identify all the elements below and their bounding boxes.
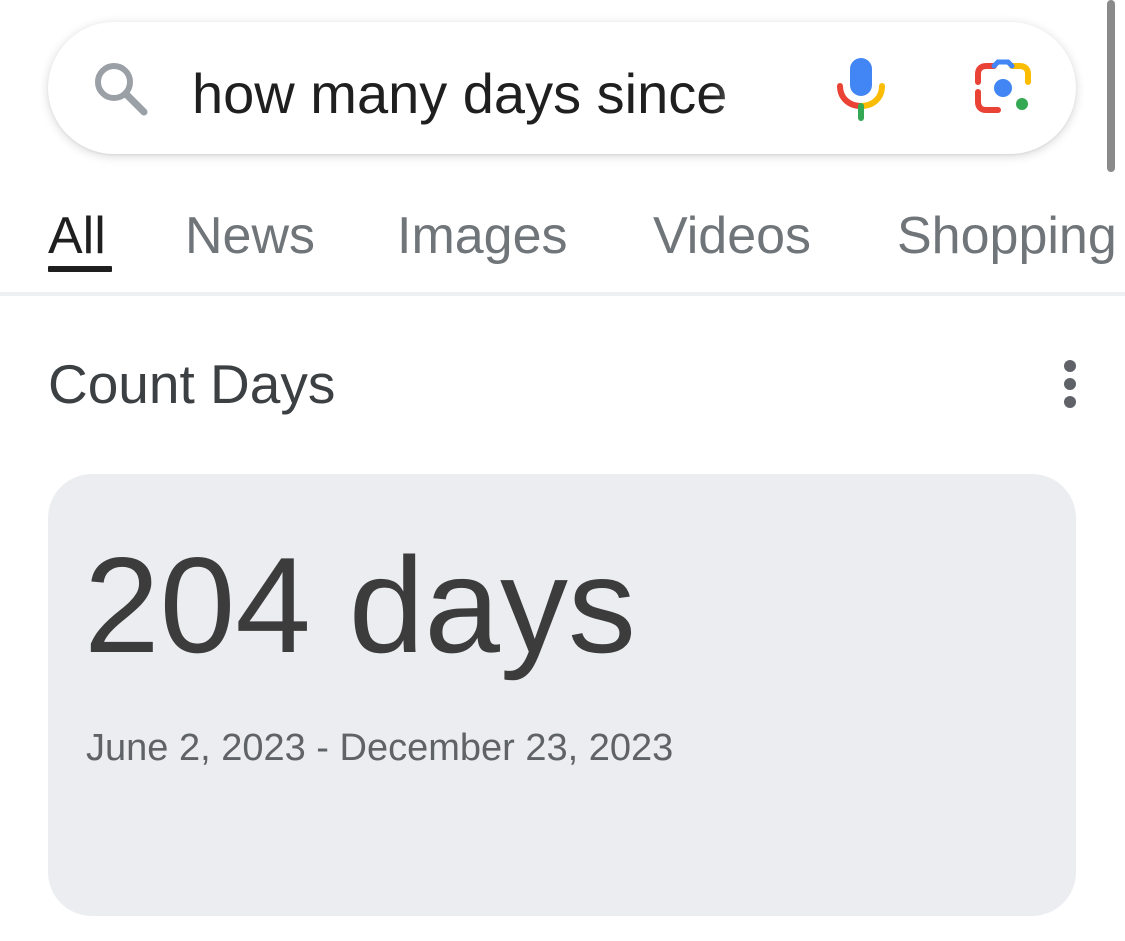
search-input[interactable]: how many days since: [192, 58, 792, 130]
search-icon[interactable]: [90, 58, 150, 118]
result-title: Count Days: [48, 353, 336, 415]
tab-all[interactable]: All: [48, 206, 106, 266]
scrollbar[interactable]: [1107, 0, 1115, 172]
tab-shopping[interactable]: Shopping: [897, 206, 1117, 266]
lens-icon[interactable]: [972, 58, 1036, 118]
tab-images[interactable]: Images: [397, 206, 568, 266]
active-tab-indicator: [48, 266, 112, 272]
search-query-text: how many days since: [192, 62, 728, 125]
tab-news[interactable]: News: [185, 206, 315, 266]
more-vert-icon[interactable]: [1050, 356, 1090, 412]
days-count-value: 204 days: [84, 529, 636, 681]
tab-videos[interactable]: Videos: [653, 206, 811, 266]
date-range: June 2, 2023 - December 23, 2023: [86, 727, 674, 769]
mic-icon[interactable]: [834, 56, 888, 122]
tabs-divider: [0, 292, 1125, 296]
search-results-page: how many days since All News Images Vide…: [0, 0, 1125, 941]
search-query-fade: [712, 58, 792, 130]
search-tabs: All News Images Videos Shopping: [0, 200, 1125, 292]
